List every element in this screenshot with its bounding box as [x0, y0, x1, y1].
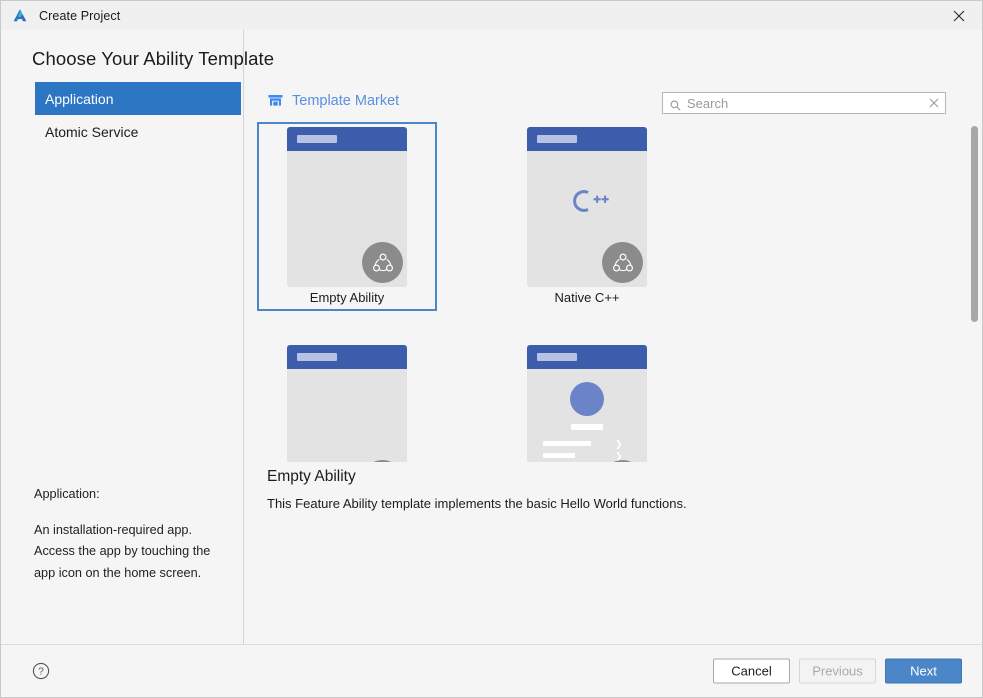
distributed-icon	[362, 242, 403, 283]
svg-text:?: ?	[38, 667, 44, 678]
sidebar-item-application[interactable]: Application	[35, 82, 241, 115]
template-thumbnail	[259, 342, 435, 462]
category-description-title: Application:	[34, 487, 100, 501]
cpp-logo-icon	[527, 187, 647, 215]
window-title: Create Project	[39, 8, 121, 23]
template-card-empty-ability[interactable]: Empty Ability	[257, 122, 437, 311]
next-button[interactable]: Next	[885, 658, 962, 684]
search-box[interactable]	[662, 92, 946, 114]
cancel-button[interactable]: Cancel	[713, 658, 790, 684]
deveco-logo-icon	[10, 6, 30, 26]
template-card-native-cpp[interactable]: Native C++	[497, 122, 677, 311]
previous-button-label: Previous	[812, 663, 863, 679]
template-card-label: Empty Ability	[309, 290, 385, 305]
dialog-footer: ? Cancel Previous Next	[1, 644, 982, 697]
search-input[interactable]	[681, 93, 923, 113]
template-market-link[interactable]: Template Market	[267, 92, 399, 109]
template-market-label: Template Market	[292, 92, 400, 109]
template-thumbnail	[259, 124, 435, 287]
template-detail-description: This Feature Ability template implements…	[267, 496, 687, 511]
footer-button-group: Cancel Previous Next	[713, 658, 962, 684]
template-detail-title: Empty Ability	[267, 468, 356, 485]
category-list: Application Atomic Service	[35, 82, 241, 148]
template-thumbnail: ❯ ❯ ❯ ❯	[499, 342, 675, 462]
previous-button[interactable]: Previous	[799, 658, 876, 684]
template-card-label: Native C++	[554, 290, 620, 305]
template-card-about-ability[interactable]: ❯ ❯ ❯ ❯	[497, 340, 677, 462]
template-thumbnail	[499, 124, 675, 287]
title-bar: Create Project	[1, 1, 982, 31]
dialog-body: Choose Your Ability Template Application…	[1, 30, 982, 645]
sidebar-item-atomic-service[interactable]: Atomic Service	[35, 115, 241, 148]
close-icon[interactable]	[936, 1, 982, 30]
template-pane: Template Market Search Empty Ability Nat…	[245, 30, 982, 645]
distributed-icon	[362, 460, 403, 462]
cancel-button-label: Cancel	[731, 663, 772, 679]
template-grid-scrollbar[interactable]	[969, 122, 980, 362]
distributed-icon	[602, 242, 643, 283]
search-clear-icon[interactable]	[923, 93, 945, 113]
scrollbar-thumb[interactable]	[971, 126, 978, 322]
phone-icon	[602, 460, 643, 462]
sidebar-item-label: Application	[45, 90, 114, 107]
search-icon	[670, 98, 681, 111]
category-description: Application: An installation-required ap…	[34, 484, 230, 584]
help-icon[interactable]: ?	[32, 662, 50, 680]
category-pane: Application Atomic Service Application: …	[1, 30, 244, 645]
next-button-label: Next	[910, 663, 937, 679]
template-grid: Empty Ability Native C++ ❯ ❯	[257, 122, 957, 462]
template-detail: Empty Ability This Feature Ability templ…	[267, 468, 962, 511]
store-icon	[267, 92, 284, 109]
template-card-lite-empty-ability[interactable]: [Lite]Empty Ability	[257, 340, 437, 462]
create-project-dialog: Create Project Choose Your Ability Templ…	[0, 0, 983, 698]
category-description-body: An installation-required app. Access the…	[34, 522, 211, 580]
template-grid-area: Empty Ability Native C++ ❯ ❯	[245, 122, 982, 462]
sidebar-item-label: Atomic Service	[45, 123, 139, 140]
